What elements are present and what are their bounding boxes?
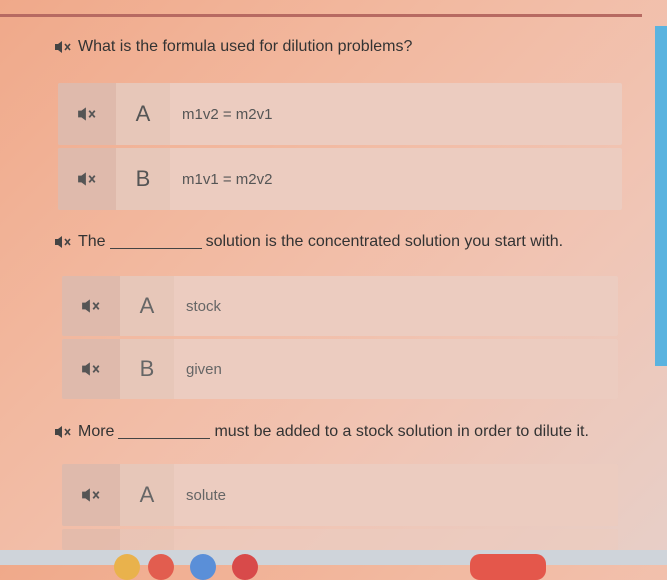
app-icon[interactable] [148,554,174,580]
option-letter: B [120,339,174,399]
speaker-muted-icon[interactable] [62,339,120,399]
option-text: given [174,339,618,399]
speaker-muted-icon[interactable] [54,425,72,439]
option-text: m1v1 = m2v2 [170,148,622,210]
question-1-text: What is the formula used for dilution pr… [78,38,413,55]
option-q1-b[interactable]: B m1v1 = m2v2 [58,148,622,210]
speaker-muted-icon[interactable] [62,276,120,336]
speaker-muted-icon[interactable] [58,83,116,145]
option-q3-b-partial[interactable] [62,529,618,550]
option-q2-b[interactable]: B given [62,339,618,399]
option-icon-cell [62,529,120,550]
question-2: The solution is the concentrated solutio… [54,233,563,251]
speaker-muted-icon[interactable] [62,464,120,526]
option-letter: A [116,83,170,145]
answer-blank [118,426,211,439]
question-3-after: must be added to a stock solution in ord… [214,423,589,440]
app-icon[interactable] [190,554,216,580]
question-1: What is the formula used for dilution pr… [54,38,412,56]
question-2-after: solution is the concentrated solution yo… [205,233,564,250]
side-scroll-bar[interactable] [655,26,667,366]
option-text: m1v2 = m2v1 [170,83,622,145]
option-q1-a[interactable]: A m1v2 = m2v1 [58,83,622,145]
app-icon[interactable] [470,554,546,580]
option-letter: B [116,148,170,210]
option-text-cell [174,529,618,550]
question-3: More must be added to a stock solution i… [54,423,589,441]
option-q3-a[interactable]: A solute [62,464,618,526]
option-text: solute [174,464,618,526]
speaker-muted-icon[interactable] [58,148,116,210]
app-icon[interactable] [232,554,258,580]
top-divider [0,14,642,17]
option-letter: A [120,464,174,526]
speaker-muted-icon[interactable] [54,40,72,54]
option-letter-cell [120,529,174,550]
option-q2-a[interactable]: A stock [62,276,618,336]
option-letter: A [120,276,174,336]
answer-blank [109,236,202,249]
option-text: stock [174,276,618,336]
question-3-before: More [78,423,115,440]
speaker-muted-icon[interactable] [54,235,72,249]
chrome-icon[interactable] [114,554,140,580]
os-taskbar [0,550,667,580]
question-2-before: The [78,233,106,250]
